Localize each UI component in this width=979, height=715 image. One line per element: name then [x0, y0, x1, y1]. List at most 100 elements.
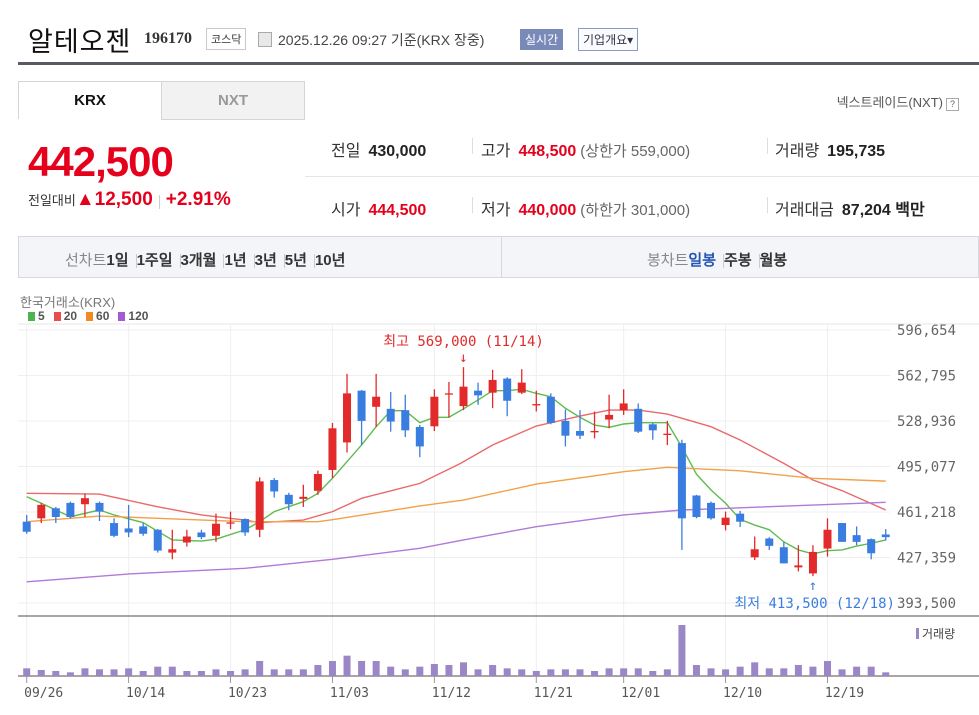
candle-body	[153, 529, 162, 551]
candle-body	[707, 502, 716, 519]
x-tick-label: 11/21	[534, 686, 573, 701]
volume-bar	[52, 671, 60, 676]
candle-body	[721, 517, 730, 526]
candle-body	[241, 519, 250, 533]
candle-body	[415, 426, 424, 447]
candle-body	[139, 526, 148, 534]
volume-bar	[576, 669, 584, 676]
candle-body	[110, 523, 119, 536]
volume-bar	[372, 661, 380, 676]
volume-bar	[678, 625, 686, 676]
volume-bar	[853, 666, 861, 676]
volume-bar	[780, 668, 788, 676]
candle-body	[95, 502, 104, 512]
volume-bar	[663, 669, 671, 676]
candle-body	[605, 414, 614, 420]
volume-bar	[591, 671, 599, 676]
y-tick-label: 393,500	[897, 596, 956, 612]
candle-body	[648, 424, 657, 431]
candle-body	[182, 536, 191, 543]
candle-body	[852, 535, 861, 542]
volume-bar	[81, 668, 89, 676]
volume-bar	[867, 666, 875, 676]
volume-bar	[270, 669, 278, 676]
volume-bar	[649, 671, 657, 676]
x-tick-label: 12/10	[723, 686, 762, 701]
candle-body	[124, 528, 133, 533]
volume-bar	[227, 671, 235, 676]
candle-body	[474, 390, 483, 396]
volume-bar	[212, 669, 220, 676]
volume-bar	[692, 665, 700, 676]
candle-body	[459, 386, 468, 407]
candle-body	[736, 513, 745, 522]
x-tick-label: 12/19	[825, 686, 864, 701]
candle-body	[575, 430, 584, 436]
volume-bar	[794, 665, 802, 676]
candle-body	[881, 534, 890, 538]
volume-bar	[547, 669, 555, 676]
volume-bar	[401, 669, 409, 676]
candle-body	[197, 532, 206, 538]
candle-body	[634, 408, 643, 432]
y-tick-label: 427,359	[897, 551, 956, 567]
volume-bar	[503, 668, 511, 676]
volume-bar	[882, 672, 890, 676]
volume-bar	[256, 661, 264, 676]
volume-legend-swatch	[916, 628, 919, 639]
candle-body	[532, 404, 541, 406]
volume-bar	[722, 669, 730, 676]
volume-bar	[460, 662, 467, 676]
candle-body	[779, 547, 788, 564]
volume-bar	[474, 669, 482, 676]
candle-body	[590, 430, 599, 433]
candle-body	[750, 549, 759, 558]
candle-body	[255, 481, 264, 530]
candle-body	[619, 403, 628, 411]
candle-body	[677, 443, 686, 519]
candle-body	[80, 498, 89, 505]
volume-legend-label: 거래량	[922, 627, 955, 641]
volume-bar	[66, 672, 74, 676]
volume-bar	[430, 663, 438, 676]
x-tick-label: 12/01	[621, 686, 660, 701]
volume-bar	[518, 669, 526, 676]
price-chart[interactable]: 596,654 562,795 528,936 495,077 461,218 427,3…	[0, 0, 979, 715]
candle-body	[299, 496, 308, 499]
volume-bar	[765, 668, 773, 676]
volume-bar	[241, 669, 249, 676]
volume-bar	[620, 668, 628, 676]
volume-bar	[707, 668, 715, 676]
candle-body	[37, 504, 46, 519]
candle-body	[372, 396, 381, 407]
candle-body	[488, 379, 497, 393]
candle-body	[168, 549, 177, 553]
candle-body	[226, 522, 235, 524]
volume-bar	[445, 665, 453, 676]
candle-body	[546, 396, 555, 423]
y-tick-label: 495,077	[897, 460, 956, 476]
x-tick-label: 11/03	[330, 686, 369, 701]
up-arrow-icon: ↑	[809, 578, 817, 594]
y-tick-label: 461,218	[897, 505, 956, 521]
candle-body	[22, 521, 31, 532]
low-annotation: 최저 413,500 (12/18)	[734, 596, 895, 612]
x-tick-label: 10/23	[228, 686, 267, 701]
volume-bar	[809, 666, 817, 676]
volume-bar	[358, 661, 366, 676]
volume-bar	[387, 666, 395, 676]
volume-bar	[139, 671, 147, 676]
x-tick-label: 10/14	[126, 686, 165, 701]
candle-body	[503, 378, 512, 401]
volume-bar	[125, 668, 133, 676]
y-tick-label: 562,795	[897, 369, 956, 385]
candle-body	[357, 390, 366, 421]
candle-body	[561, 420, 570, 436]
volume-bar	[824, 661, 831, 676]
candle-body	[444, 393, 453, 395]
volume-bar	[561, 669, 569, 676]
candle-body	[211, 523, 220, 536]
candle-body	[867, 539, 876, 554]
volume-bar	[154, 666, 162, 676]
volume-bar	[328, 661, 336, 676]
